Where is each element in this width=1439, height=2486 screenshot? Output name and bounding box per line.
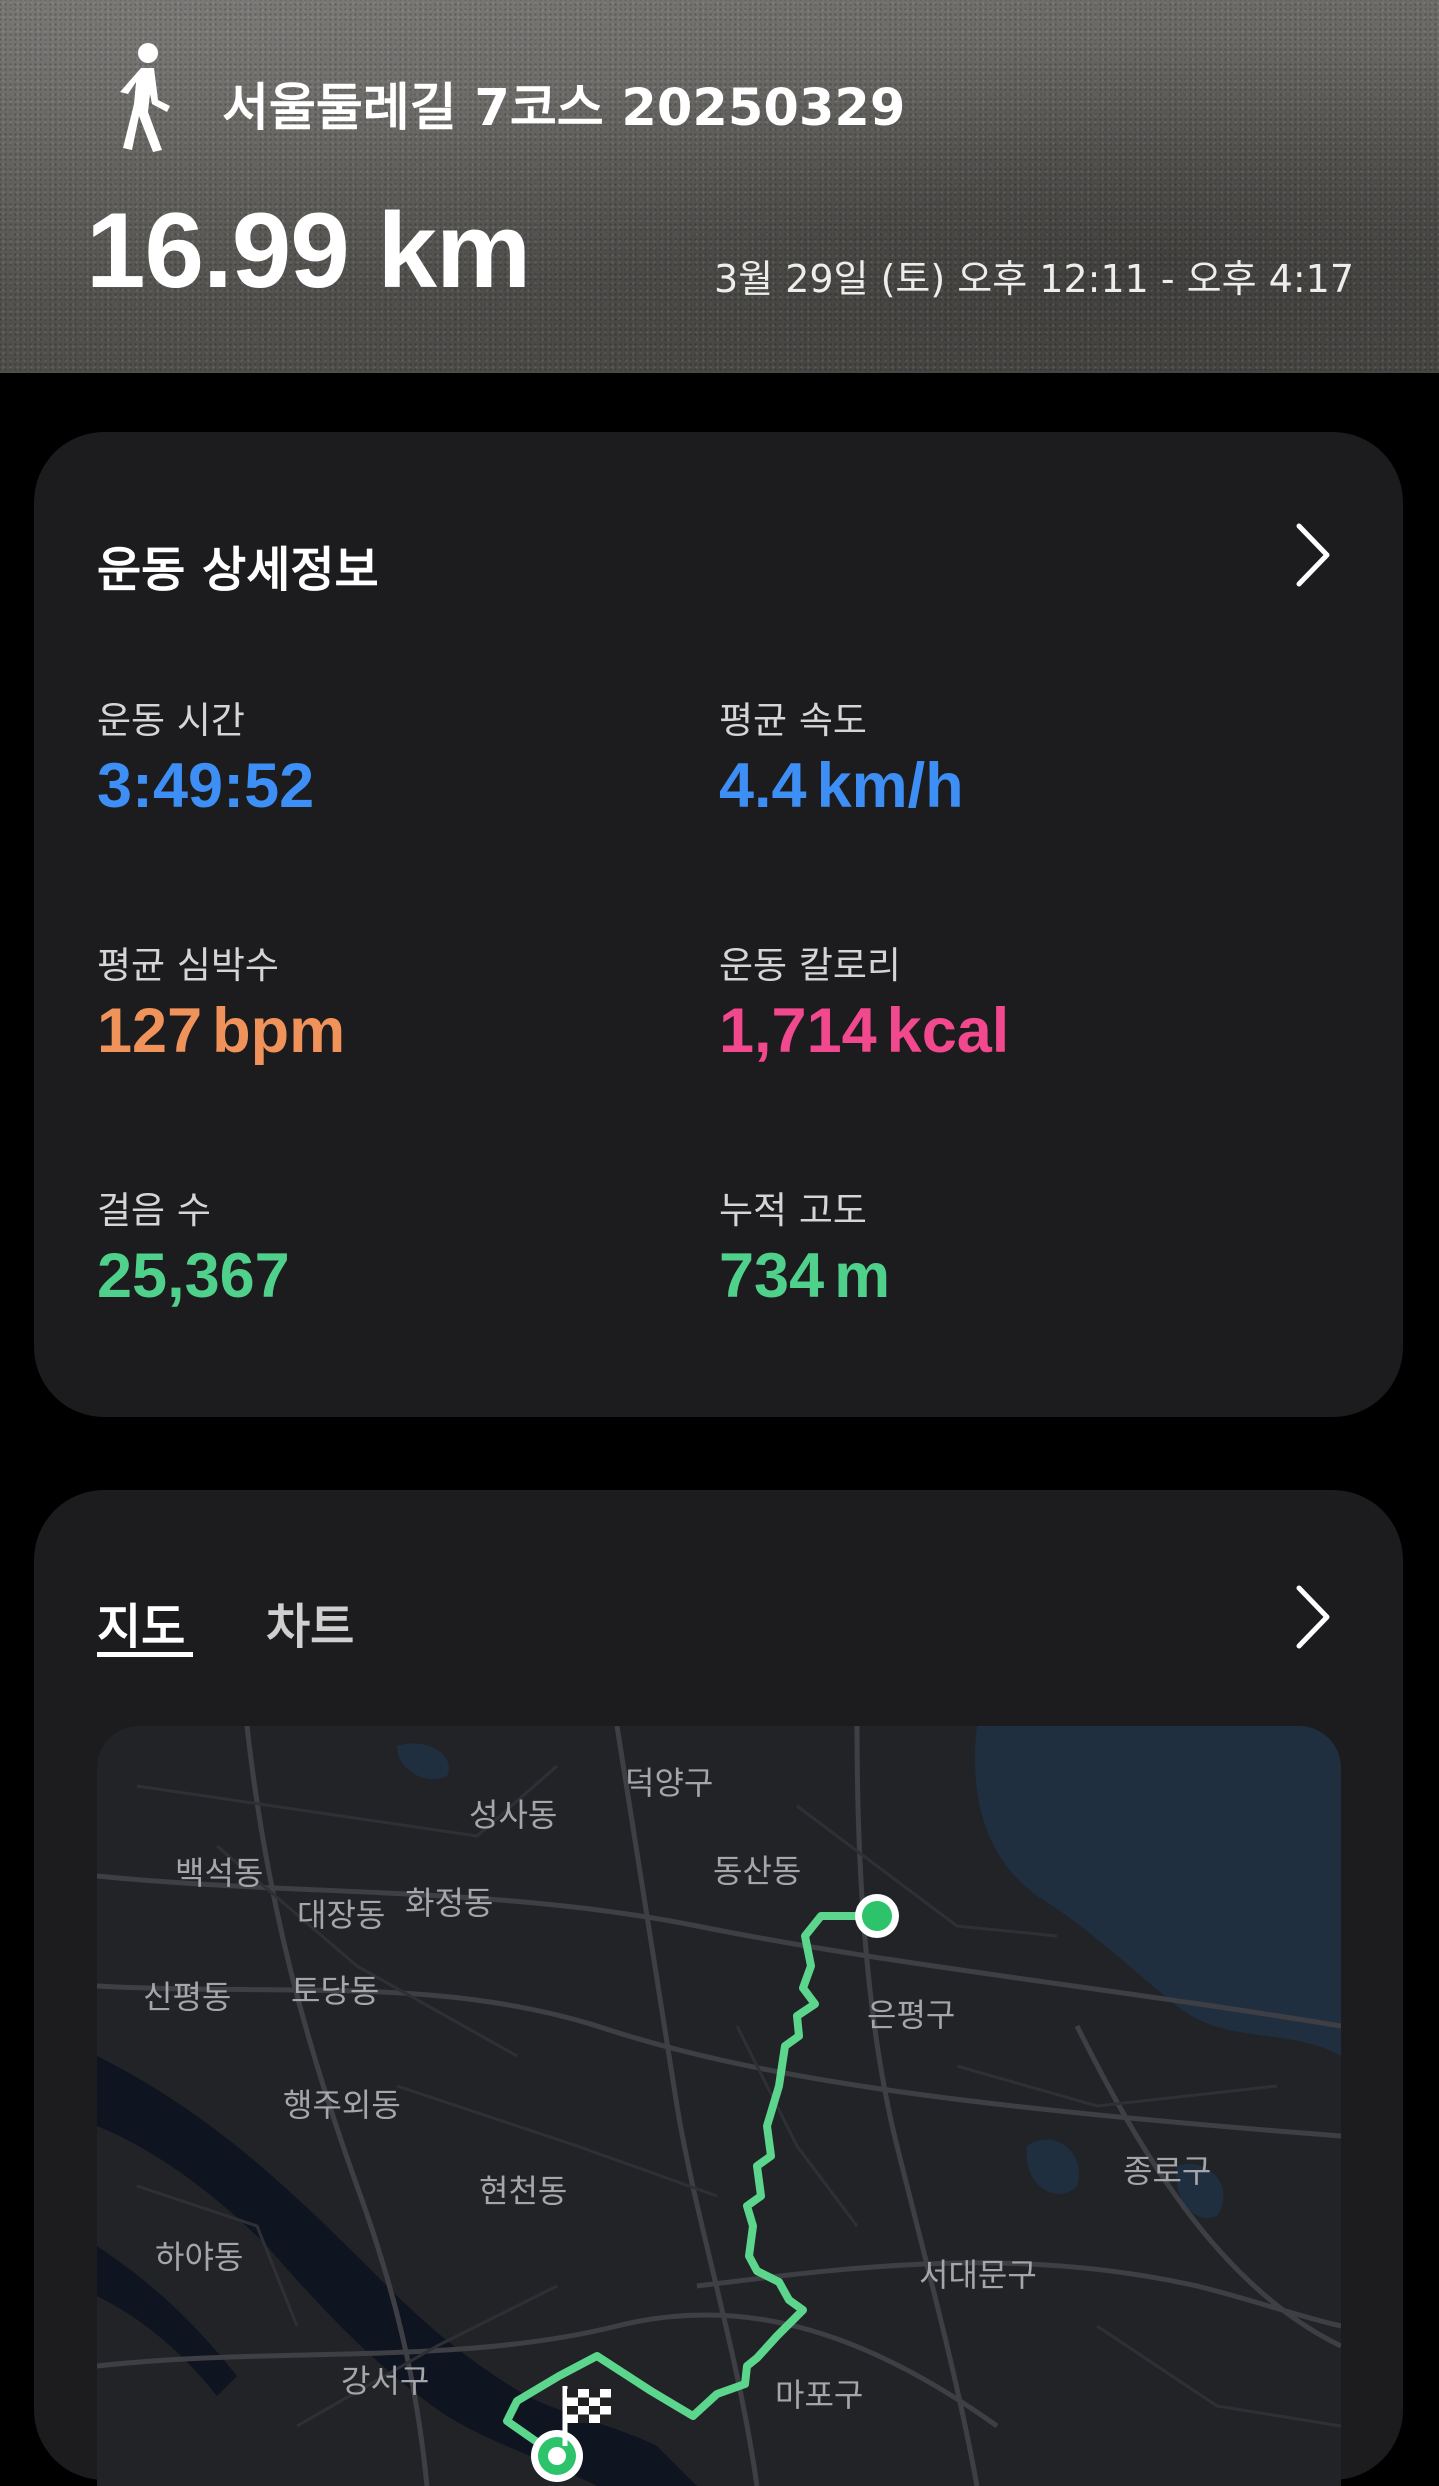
map-label: 하야동 <box>155 2238 244 2276</box>
chevron-right-icon[interactable] <box>1293 520 1333 590</box>
map-label: 대장동 <box>297 1896 386 1934</box>
map-chart-card: 지도 차트 덕양구 성사동 백석동 대장동 화정동 동산동 신평동 토당동 은평… <box>34 1490 1403 2486</box>
elevation-gain-number: 734 <box>719 1241 825 1311</box>
map-label: 백석동 <box>175 1854 264 1892</box>
map-label: 동산동 <box>713 1852 802 1890</box>
map-label: 덕양구 <box>625 1764 714 1802</box>
elevation-gain-unit: m <box>834 1241 891 1311</box>
details-title: 운동 상세정보 <box>97 542 379 598</box>
avg-heart-rate-label: 평균 심박수 <box>97 944 279 987</box>
steps-number: 25,367 <box>97 1241 290 1311</box>
duration-number: 3:49:52 <box>97 751 315 821</box>
map-label: 서대문구 <box>919 2256 1037 2294</box>
map-label: 신평동 <box>143 1978 232 2016</box>
workout-details-card[interactable]: 운동 상세정보 운동 시간 3:49:52 평균 속도 4.4 km/h 평균 심… <box>34 432 1403 1417</box>
elevation-gain-value: 734 m <box>719 1240 890 1312</box>
avg-speed-value: 4.4 km/h <box>719 750 964 822</box>
avg-heart-rate-unit: bpm <box>212 996 346 1066</box>
avg-heart-rate-number: 127 <box>97 996 203 1066</box>
calories-unit: kcal <box>886 996 1010 1066</box>
tab-chart[interactable]: 차트 <box>266 1587 354 1657</box>
walking-person-icon <box>120 43 170 152</box>
workout-time-range: 3월 29일 (토) 오후 12:11 - 오후 4:17 <box>713 257 1354 301</box>
map-label: 성사동 <box>469 1796 558 1834</box>
chevron-right-icon[interactable] <box>1293 1582 1333 1652</box>
map-label: 화정동 <box>405 1884 494 1922</box>
steps-label: 걸음 수 <box>97 1189 211 1232</box>
map-label: 강서구 <box>341 2362 430 2400</box>
calories-label: 운동 칼로리 <box>719 944 901 987</box>
calories-number: 1,714 <box>719 996 877 1066</box>
elevation-gain-label: 누적 고도 <box>719 1189 867 1232</box>
avg-heart-rate-value: 127 bpm <box>97 995 345 1067</box>
map-label: 은평구 <box>867 1996 956 2034</box>
map-label: 행주외동 <box>283 2086 401 2124</box>
total-distance: 16.99 km <box>86 190 531 310</box>
route-map[interactable]: 덕양구 성사동 백석동 대장동 화정동 동산동 신평동 토당동 은평구 행주외동… <box>97 1726 1341 2486</box>
asphalt-background <box>0 0 1439 373</box>
avg-speed-number: 4.4 <box>719 751 807 821</box>
duration-label: 운동 시간 <box>97 699 245 742</box>
map-label: 토당동 <box>291 1972 380 2010</box>
map-label: 종로구 <box>1123 2152 1212 2190</box>
calories-value: 1,714 kcal <box>719 995 1009 1067</box>
workout-header: 서울둘레길 7코스 20250329 16.99 km 3월 29일 (토) 오… <box>0 0 1439 373</box>
steps-value: 25,367 <box>97 1240 290 1312</box>
avg-speed-unit: km/h <box>816 751 964 821</box>
map-label: 현천동 <box>479 2172 568 2210</box>
workout-title: 서울둘레길 7코스 20250329 <box>222 79 906 138</box>
tab-map[interactable]: 지도 <box>97 1587 185 1657</box>
duration-value: 3:49:52 <box>97 750 314 822</box>
active-tab-indicator <box>97 1652 193 1657</box>
map-label: 마포구 <box>775 2376 864 2414</box>
avg-speed-label: 평균 속도 <box>719 699 867 742</box>
